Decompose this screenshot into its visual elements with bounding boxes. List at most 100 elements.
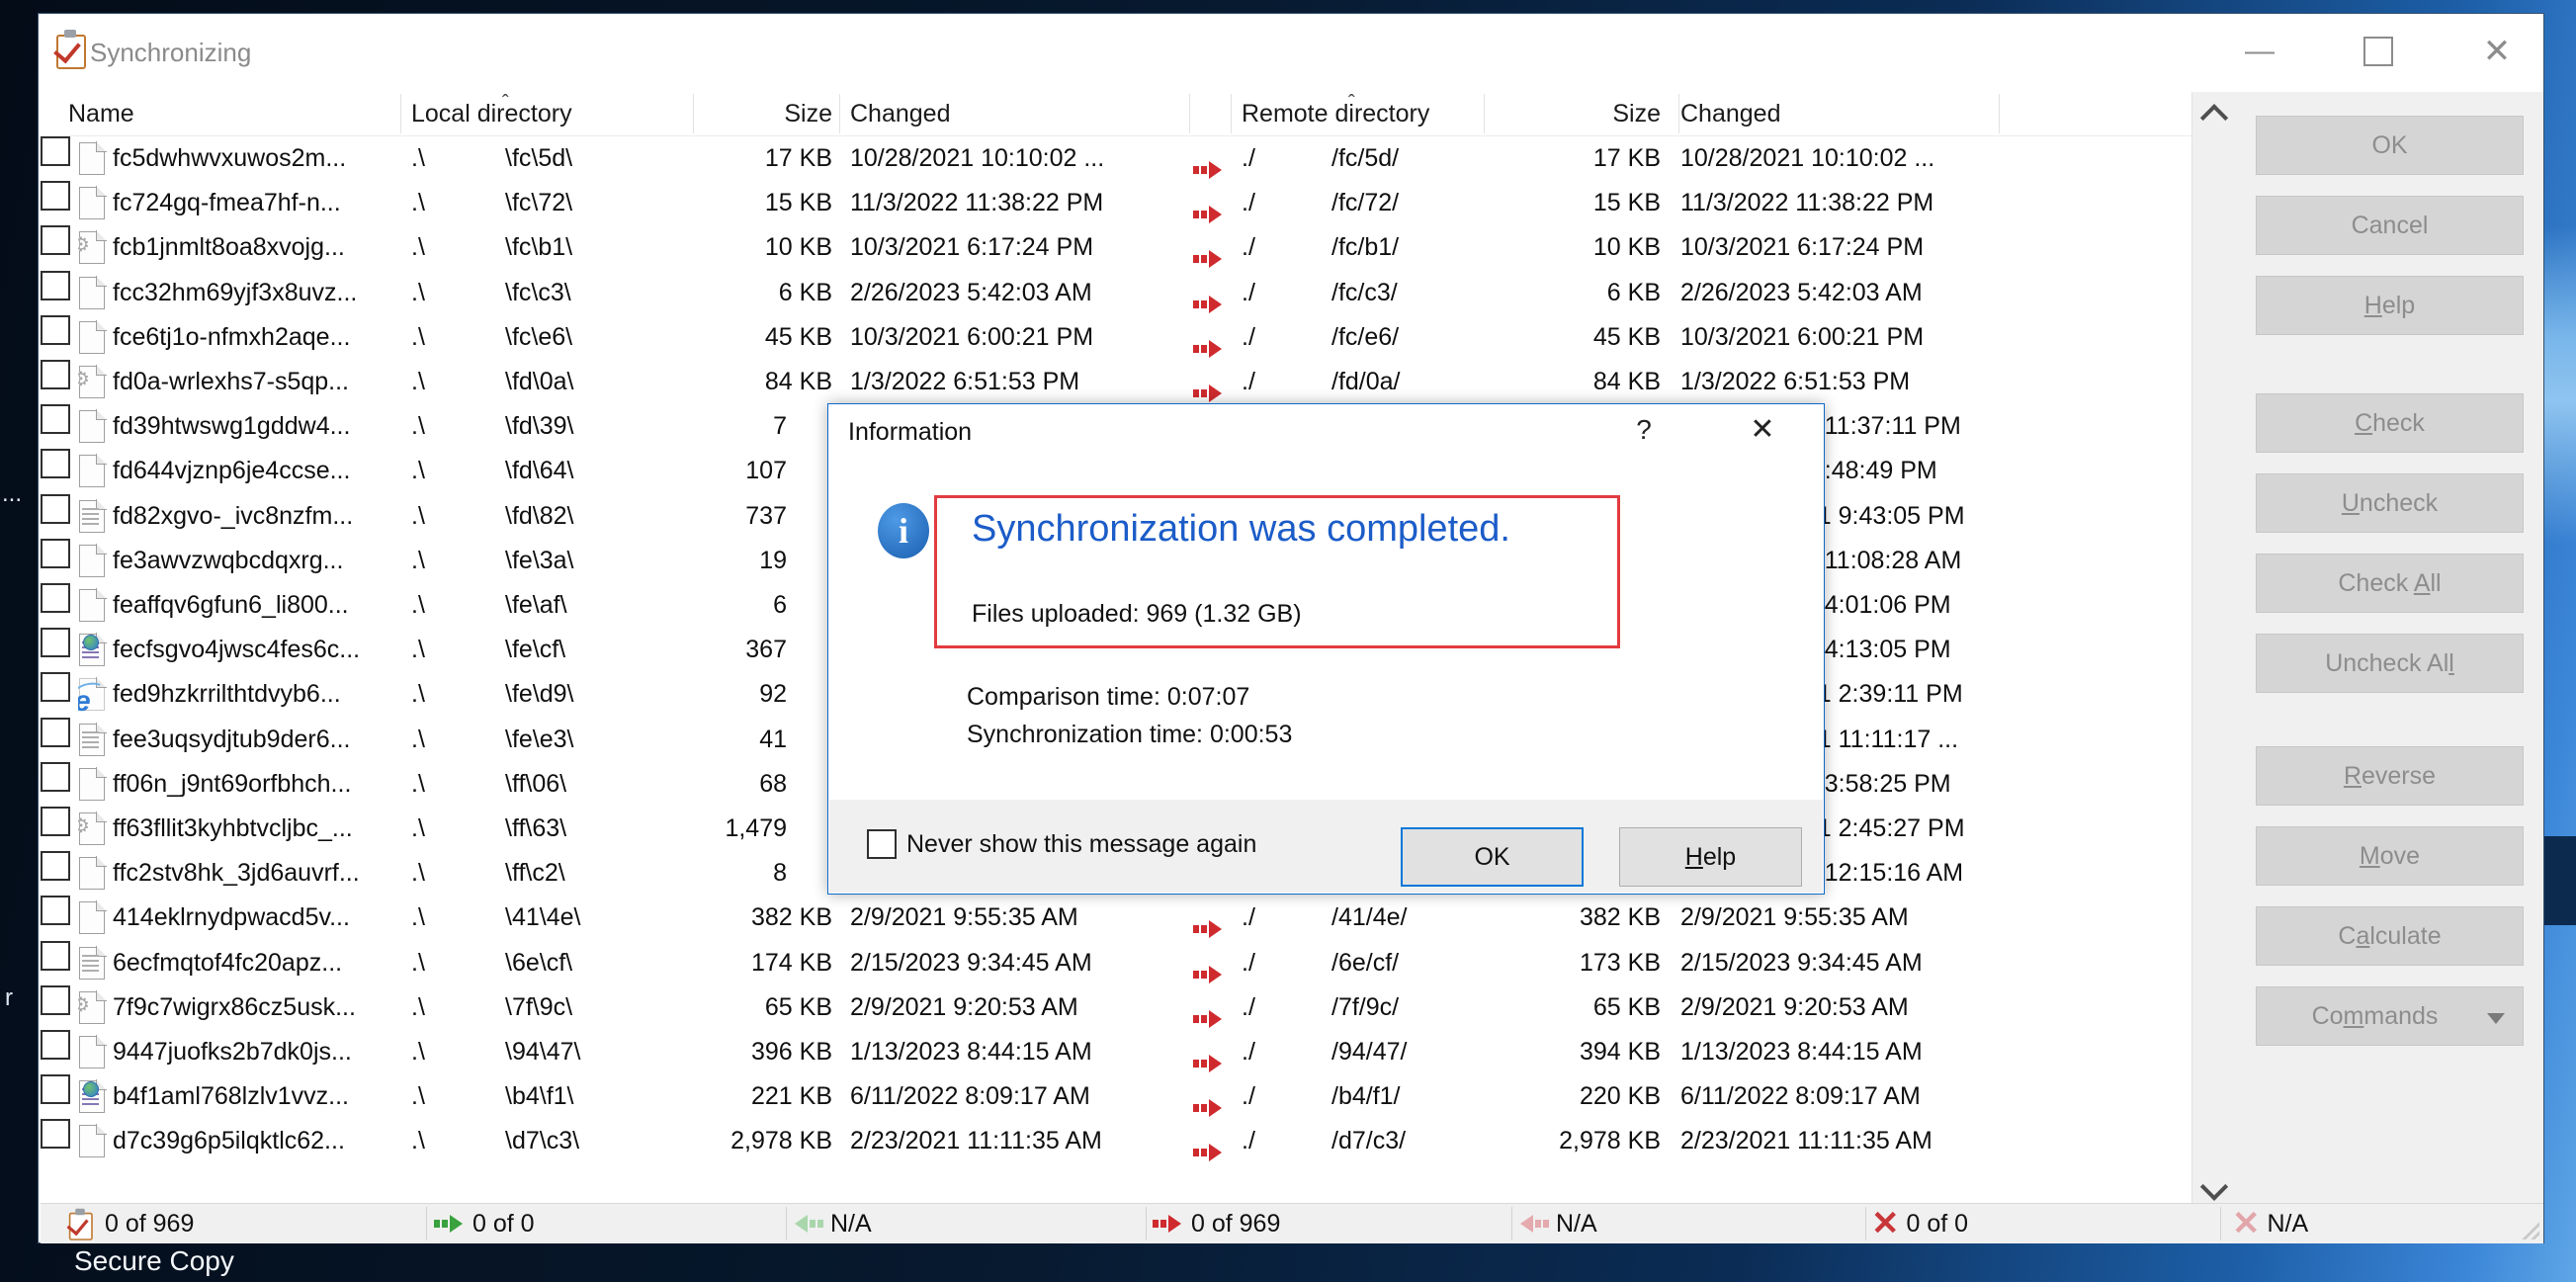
column-header-local-directory[interactable]: Local directory ˆ <box>411 92 572 135</box>
cell-remote-changed-partial: 2 9:48:49 PM <box>1790 449 2186 493</box>
cell-local-base: .\ <box>411 672 500 717</box>
never-show-checkbox[interactable] <box>867 829 897 859</box>
row-checkbox[interactable] <box>41 896 70 925</box>
scroll-up-button[interactable] <box>2192 92 2236 135</box>
column-header-changed-local[interactable]: Changed <box>850 92 950 135</box>
desktop-icon-text-fragment: r <box>5 984 13 1012</box>
table-row[interactable]: ⚙fd0a-wrlexhs7-s5qp....\\fd\0a\84 KB1/3/… <box>41 360 2191 404</box>
column-header-size-local[interactable]: Size <box>594 92 832 135</box>
cell-local-base: .\ <box>411 718 500 762</box>
cell-size-partial: 68 <box>594 762 787 807</box>
status-segment: ✕0 of 0 <box>1871 1204 1968 1243</box>
side-button-check-all[interactable]: Check All <box>2256 554 2524 613</box>
gear-icon: ⚙ <box>78 990 90 1026</box>
file-icon-doc <box>78 588 106 622</box>
vertical-scrollbar[interactable] <box>2191 92 2236 1213</box>
side-button-reverse[interactable]: Reverse <box>2256 746 2524 806</box>
column-header-name[interactable]: Name <box>68 92 134 135</box>
side-button-cancel[interactable]: Cancel <box>2256 196 2524 255</box>
table-row[interactable]: 9447juofks2b7dk0js....\\94\47\396 KB1/13… <box>41 1030 2191 1074</box>
dialog-help-button[interactable]: ? <box>1619 414 1669 446</box>
cell-size: 221 KB <box>594 1074 832 1119</box>
cell-local-base: .\ <box>411 985 500 1030</box>
row-checkbox[interactable] <box>41 583 70 613</box>
table-row[interactable]: fcc32hm69yjf3x8uvz....\\fc\c3\6 KB2/26/2… <box>41 271 2191 315</box>
resize-grip[interactable] <box>2522 1222 2539 1239</box>
table-row[interactable]: fc724gq-fmea7hf-n....\\fc\72\15 KB11/3/2… <box>41 181 2191 225</box>
cell-local-base: .\ <box>411 136 500 181</box>
clipboard-check-icon <box>68 1209 92 1239</box>
cell-local-base: .\ <box>411 315 500 360</box>
row-checkbox[interactable] <box>41 404 70 434</box>
row-checkbox[interactable] <box>41 1074 70 1104</box>
row-checkbox[interactable] <box>41 628 70 657</box>
status-text: N/A <box>830 1210 872 1239</box>
dialog-title: Information <box>848 418 972 447</box>
minimize-button[interactable]: — <box>2223 26 2296 77</box>
side-button-help[interactable]: Help <box>2256 276 2524 335</box>
row-checkbox[interactable] <box>41 449 70 478</box>
cell-name: 7f9c7wigrx86cz5usk... <box>113 985 401 1030</box>
row-checkbox[interactable] <box>41 539 70 568</box>
table-row[interactable]: 414eklrnydpwacd5v....\\41\4e\382 KB2/9/2… <box>41 896 2191 940</box>
file-icon-doc-html <box>78 1079 106 1113</box>
cell-local-base: .\ <box>411 1030 500 1074</box>
row-checkbox[interactable] <box>41 672 70 702</box>
row-checkbox[interactable] <box>41 271 70 300</box>
row-checkbox[interactable] <box>41 225 70 255</box>
table-row[interactable]: ⚙7f9c7wigrx86cz5usk....\\7f\9c\65 KB2/9/… <box>41 985 2191 1030</box>
cell-size: 10 KB <box>594 225 832 270</box>
file-icon-doc <box>78 454 106 487</box>
cell-size: 45 KB <box>594 315 832 360</box>
side-button-check[interactable]: Check <box>2256 393 2524 453</box>
table-row[interactable]: ⚙fcb1jnmlt8oa8xvojg....\\fc\b1\10 KB10/3… <box>41 225 2191 270</box>
row-checkbox[interactable] <box>41 360 70 389</box>
side-button-move[interactable]: Move <box>2256 826 2524 886</box>
column-header-size-remote[interactable]: Size <box>1424 92 1661 135</box>
dialog-ok-button[interactable]: OK <box>1401 827 1584 887</box>
arrow-right-red-icon <box>1193 1055 1225 1072</box>
title-bar[interactable]: Synchronizing — ✕ <box>39 14 2543 91</box>
table-row[interactable]: d7c39g6p5ilqktlc62....\\d7\c3\2,978 KB2/… <box>41 1119 2191 1163</box>
row-checkbox[interactable] <box>41 762 70 792</box>
row-checkbox[interactable] <box>41 985 70 1015</box>
row-checkbox[interactable] <box>41 807 70 836</box>
gear-icon: ⚙ <box>78 365 90 400</box>
side-button-ok[interactable]: OK <box>2256 116 2524 175</box>
table-row[interactable]: fce6tj1o-nfmxh2aqe....\\fc\e6\45 KB10/3/… <box>41 315 2191 360</box>
table-row[interactable]: 6ecfmqtof4fc20apz....\\6e\cf\174 KB2/15/… <box>41 941 2191 985</box>
table-row[interactable]: fc5dwhwvxuwos2m....\\fc\5d\17 KB10/28/20… <box>41 136 2191 181</box>
cell-local-base: .\ <box>411 225 500 270</box>
dialog-close-button[interactable]: ✕ <box>1738 412 1787 447</box>
side-button-commands[interactable]: Commands <box>2256 986 2524 1046</box>
cell-size: 6 KB <box>594 271 832 315</box>
row-checkbox[interactable] <box>41 1119 70 1149</box>
dialog-help-button-bottom[interactable]: Help <box>1619 827 1802 887</box>
status-divider <box>786 1207 787 1240</box>
cell-size-partial: 1,479 <box>594 807 787 851</box>
cell-changed: 2/9/2021 9:20:53 AM <box>850 985 1181 1030</box>
row-checkbox[interactable] <box>41 494 70 524</box>
cell-size: 2,978 KB <box>594 1119 832 1163</box>
column-header-changed-remote[interactable]: Changed <box>1680 92 1780 135</box>
table-row[interactable]: b4f1aml768lzlv1vvz....\\b4\f1\221 KB6/11… <box>41 1074 2191 1119</box>
row-checkbox[interactable] <box>41 315 70 345</box>
close-button[interactable]: ✕ <box>2460 26 2533 77</box>
row-checkbox[interactable] <box>41 1030 70 1060</box>
cell-name: fc5dwhwvxuwos2m... <box>113 136 401 181</box>
cell-remote-size: 394 KB <box>1424 1030 1661 1074</box>
side-button-uncheck[interactable]: Uncheck <box>2256 473 2524 533</box>
row-checkbox[interactable] <box>41 718 70 747</box>
maximize-button[interactable] <box>2342 26 2415 77</box>
column-header-remote-directory[interactable]: Remote directory ˆ <box>1242 92 1429 135</box>
row-checkbox[interactable] <box>41 181 70 211</box>
row-checkbox[interactable] <box>41 136 70 166</box>
row-checkbox[interactable] <box>41 851 70 881</box>
row-checkbox[interactable] <box>41 941 70 971</box>
side-button-calculate[interactable]: Calculate <box>2256 906 2524 966</box>
arrow-right-red-icon <box>1193 1099 1225 1117</box>
side-button-uncheck-all[interactable]: Uncheck All <box>2256 634 2524 693</box>
file-icon-cell <box>78 186 108 221</box>
cell-size: 174 KB <box>594 941 832 985</box>
arrow-right-red-icon <box>1193 1010 1225 1028</box>
